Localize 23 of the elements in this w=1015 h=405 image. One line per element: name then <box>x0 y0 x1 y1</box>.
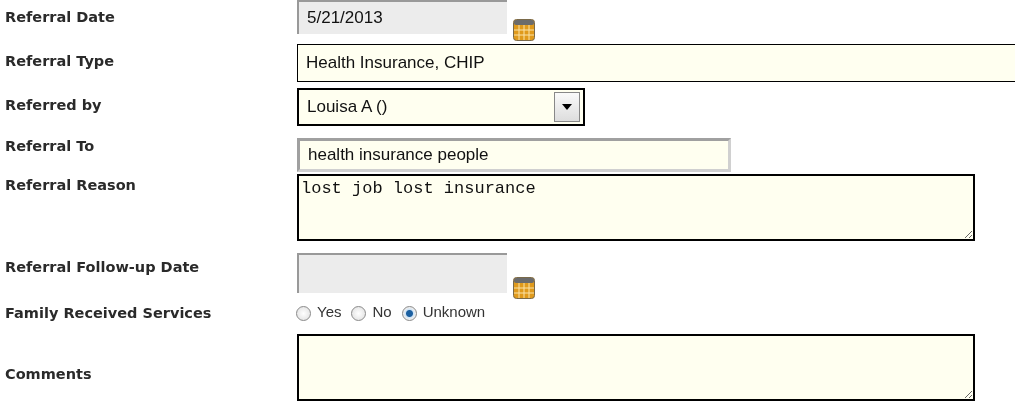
radio-button[interactable] <box>296 305 311 321</box>
field-label: Referral Date <box>5 8 116 25</box>
radio-button[interactable] <box>401 305 417 321</box>
radio-label[interactable]: No <box>372 302 392 320</box>
text-area[interactable]: lost job lost insurance <box>297 174 975 241</box>
calendar-icon[interactable] <box>513 277 535 299</box>
field-label: Referral To <box>5 137 96 154</box>
dropdown[interactable]: Louisa A () <box>297 88 585 126</box>
field-label: Referred by <box>5 96 103 113</box>
date-field[interactable] <box>297 253 507 293</box>
radio-button[interactable] <box>351 305 367 321</box>
date-field[interactable]: 5/21/2013 <box>297 0 507 34</box>
field-label: Referral Follow-up Date <box>5 258 201 275</box>
radio-label[interactable]: Yes <box>317 302 342 320</box>
calendar-icon[interactable] <box>513 19 535 41</box>
field-label: Referral Reason <box>5 176 137 193</box>
field-label: Comments <box>5 365 93 382</box>
text-area[interactable] <box>297 334 975 401</box>
text-field[interactable]: health insurance people <box>297 138 731 172</box>
field-label: Referral Type <box>5 52 116 69</box>
field-label: Family Received Services <box>5 305 213 321</box>
text-field[interactable]: Health Insurance, CHIP <box>297 44 1015 82</box>
radio-label[interactable]: Unknown <box>422 302 486 320</box>
